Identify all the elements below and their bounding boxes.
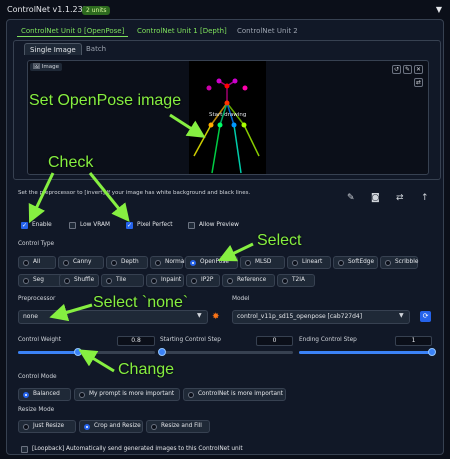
arrow-to-openpose: [217, 242, 254, 262]
arrow-to-enable: [28, 172, 55, 224]
arrow-to-weight: [78, 349, 115, 373]
arrow-to-preprocessor: [49, 303, 93, 322]
annotation-arrows: [28, 113, 254, 373]
arrow-to-pixel-perfect: [88, 172, 130, 222]
arrow-to-pose: [169, 113, 206, 138]
